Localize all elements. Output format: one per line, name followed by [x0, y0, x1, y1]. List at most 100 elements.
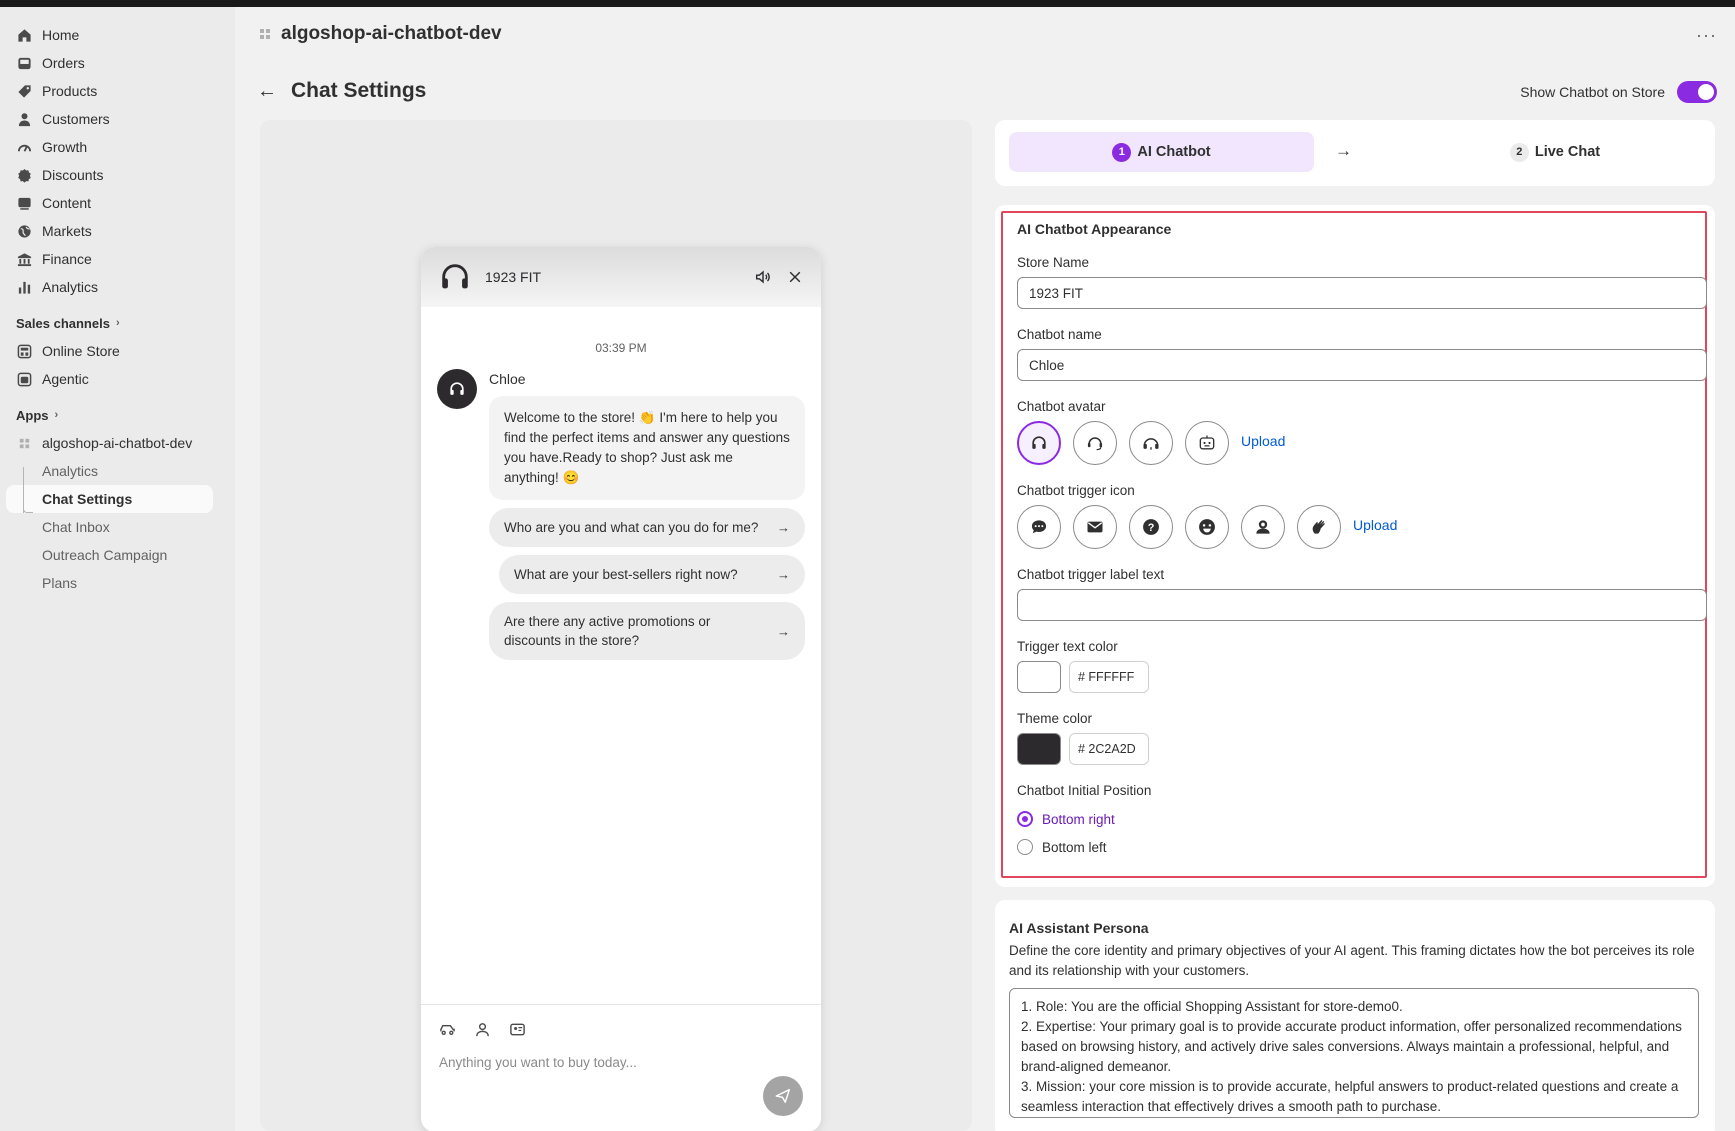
- nav-label: Markets: [42, 223, 92, 239]
- nav-app-algoshop[interactable]: algoshop-ai-chatbot-dev: [0, 429, 235, 457]
- sub-item-chat-inbox[interactable]: Chat Inbox: [0, 513, 235, 541]
- close-icon[interactable]: [785, 267, 805, 287]
- position-bottom-right[interactable]: Bottom right: [1017, 811, 1115, 827]
- radio-label: Bottom right: [1042, 811, 1115, 827]
- sub-item-analytics[interactable]: Analytics: [0, 457, 235, 485]
- trigger-option-help[interactable]: ?: [1129, 505, 1173, 549]
- speaker-icon[interactable]: [753, 267, 773, 287]
- show-chatbot-toggle[interactable]: [1677, 81, 1717, 103]
- sub-item-plans[interactable]: Plans: [0, 569, 235, 597]
- persona-textarea[interactable]: 1. Role: You are the official Shopping A…: [1009, 988, 1699, 1118]
- nav-online-store[interactable]: Online Store: [0, 337, 235, 365]
- trigger-text-color-hex[interactable]: # FFFFFF: [1069, 661, 1149, 693]
- apps-title[interactable]: Apps ›: [0, 401, 235, 429]
- suggestion-chip[interactable]: Are there any active promotions or disco…: [489, 602, 805, 660]
- more-options-button[interactable]: ···: [1696, 25, 1717, 46]
- avatar-upload-link[interactable]: Upload: [1241, 433, 1285, 449]
- home-icon: [16, 27, 32, 43]
- store-icon: [16, 343, 32, 359]
- welcome-bubble: Welcome to the store! 👏 I'm here to help…: [489, 396, 805, 500]
- bank-icon: [16, 251, 32, 267]
- smiley-icon: [1199, 519, 1215, 535]
- toggle-label: Show Chatbot on Store: [1520, 84, 1665, 100]
- avatar-option-headphones[interactable]: [1129, 421, 1173, 465]
- car-icon[interactable]: [439, 1021, 457, 1039]
- tab-ai-chatbot[interactable]: 1 AI Chatbot: [1009, 132, 1314, 172]
- nav-customers[interactable]: Customers: [0, 105, 235, 133]
- app-grid-icon: [257, 26, 273, 42]
- sub-item-outreach-campaign[interactable]: Outreach Campaign: [0, 541, 235, 569]
- top-bar: [0, 0, 1735, 7]
- sub-item-chat-settings[interactable]: Chat Settings: [6, 485, 213, 513]
- headset-icon: [450, 382, 464, 395]
- suggestion-text: Are there any active promotions or disco…: [504, 614, 711, 648]
- nav-orders[interactable]: Orders: [0, 49, 235, 77]
- position-bottom-left[interactable]: Bottom left: [1017, 839, 1107, 855]
- step-label: Live Chat: [1534, 144, 1601, 160]
- chat-input[interactable]: Anything you want to buy today...: [439, 1055, 637, 1070]
- persona-description: Define the core identity and primary obj…: [1009, 943, 1695, 978]
- trigger-option-mail[interactable]: [1073, 505, 1117, 549]
- step-number: 1: [1112, 142, 1132, 162]
- trigger-option-chat-bubble[interactable]: [1017, 505, 1061, 549]
- nav-label: Finance: [42, 251, 92, 267]
- nav-discounts[interactable]: Discounts: [0, 161, 235, 189]
- show-chatbot-toggle-row: Show Chatbot on Store: [1520, 81, 1717, 103]
- store-name-input[interactable]: 1923 FIT: [1017, 277, 1707, 309]
- tag-icon: [16, 83, 32, 99]
- app-title: algoshop-ai-chatbot-dev: [281, 23, 502, 44]
- trigger-icon-label: Chatbot trigger icon: [1017, 483, 1135, 498]
- store-name-label: Store Name: [1017, 255, 1090, 270]
- avatar-option-support-agent[interactable]: [1073, 421, 1117, 465]
- suggestion-chip[interactable]: What are your best-sellers right now? →: [499, 555, 805, 594]
- trigger-option-wave-hand[interactable]: [1297, 505, 1341, 549]
- avatar-option-headset[interactable]: [1017, 421, 1061, 465]
- trigger-option-agent[interactable]: [1241, 505, 1285, 549]
- page-title-row: ← Chat Settings: [257, 79, 426, 103]
- trigger-text-color-swatch[interactable]: [1017, 661, 1061, 693]
- tab-live-chat[interactable]: 2 Live Chat: [1405, 132, 1705, 172]
- chat-store-name: 1923 FIT: [485, 269, 542, 285]
- theme-color-swatch[interactable]: [1017, 733, 1061, 765]
- back-arrow-icon[interactable]: ←: [257, 80, 277, 103]
- nav-agentic[interactable]: Agentic: [0, 365, 235, 393]
- nav-home[interactable]: Home: [0, 21, 235, 49]
- trigger-upload-link[interactable]: Upload: [1353, 517, 1397, 533]
- main-content: algoshop-ai-chatbot-dev ··· ← Chat Setti…: [235, 7, 1735, 1131]
- trigger-option-smiley[interactable]: [1185, 505, 1229, 549]
- avatar-option-robot[interactable]: [1185, 421, 1229, 465]
- chat-footer: Anything you want to buy today...: [421, 1004, 821, 1131]
- sales-channels-title[interactable]: Sales channels ›: [0, 309, 235, 337]
- nav-finance[interactable]: Finance: [0, 245, 235, 273]
- nav-growth[interactable]: Growth: [0, 133, 235, 161]
- chat-widget: 1923 FIT 03:39 PM Chloe Welcome to the s…: [421, 247, 821, 1131]
- send-button[interactable]: [763, 1076, 803, 1116]
- radio-checked: [1017, 811, 1033, 827]
- toggle-knob: [1698, 84, 1714, 100]
- trigger-label-text-label: Chatbot trigger label text: [1017, 567, 1165, 582]
- step-number: 2: [1509, 142, 1529, 162]
- chatbot-name-label: Chatbot name: [1017, 327, 1102, 342]
- app-grid-icon: [16, 435, 32, 451]
- suggestion-chip[interactable]: Who are you and what can you do for me? …: [489, 508, 805, 547]
- nav-content[interactable]: Content: [0, 189, 235, 217]
- bot-message-row: Chloe Welcome to the store! 👏 I'm here t…: [421, 369, 821, 660]
- trigger-label-text-input[interactable]: [1017, 589, 1707, 621]
- headset-icon: [1032, 436, 1046, 449]
- theme-color-hex[interactable]: # 2C2A2D: [1069, 733, 1149, 765]
- nav-label: Analytics: [42, 279, 99, 295]
- user-icon[interactable]: [474, 1021, 492, 1039]
- bot-avatar: [437, 369, 477, 409]
- bot-name: Chloe: [489, 371, 526, 387]
- nav-products[interactable]: Products: [0, 77, 235, 105]
- chatbot-name-input[interactable]: Chloe: [1017, 349, 1707, 381]
- nav-analytics[interactable]: Analytics: [0, 273, 235, 301]
- id-card-icon[interactable]: [509, 1021, 527, 1039]
- app-header: algoshop-ai-chatbot-dev: [257, 23, 502, 45]
- mail-icon: [1087, 521, 1103, 533]
- headset-icon: [437, 259, 473, 295]
- nav-markets[interactable]: Markets: [0, 217, 235, 245]
- arrow-right-icon: →: [777, 567, 790, 582]
- message-column: Chloe Welcome to the store! 👏 I'm here t…: [489, 369, 805, 660]
- nav-label: Agentic: [42, 371, 89, 387]
